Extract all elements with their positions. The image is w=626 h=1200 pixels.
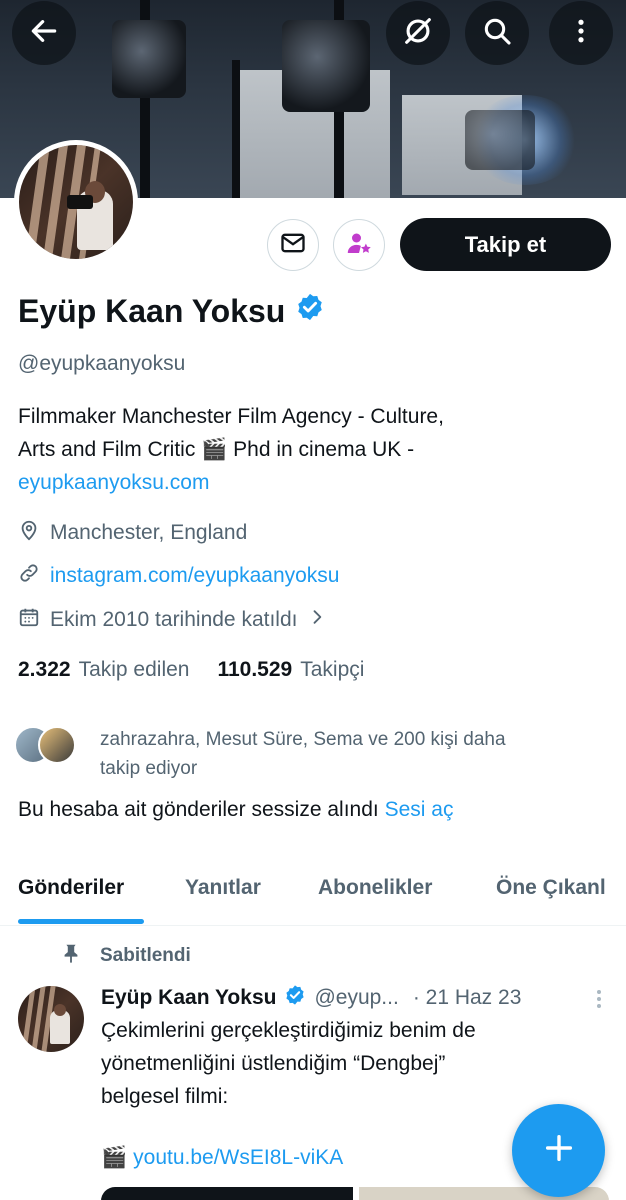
tab-subscriptions[interactable]: Abonelikler [318, 876, 432, 900]
arrow-left-icon [28, 15, 60, 52]
mutual-followers-text[interactable]: zahrazahra, Mesut Süre, Sema ve 200 kişi… [100, 725, 600, 783]
slash-circle-icon [401, 14, 435, 53]
bio-text: Phd in cinema UK - [227, 438, 415, 461]
tab-highlights[interactable]: Öne Çıkanl [496, 876, 606, 900]
profile-joined[interactable]: Ekim 2010 tarihinde katıldı [18, 606, 327, 634]
message-button[interactable] [267, 219, 319, 271]
subscribe-button[interactable] [333, 219, 385, 271]
post-author-name[interactable]: Eyüp Kaan Yoksu [101, 986, 276, 1010]
location-text: Manchester, England [50, 521, 248, 544]
compose-button[interactable] [512, 1104, 605, 1197]
following-label: Takip edilen [78, 658, 190, 681]
post-text-line: Çekimlerini gerçekleştirdiğimiz benim de [101, 1019, 476, 1042]
following-link[interactable]: 2.322 Takip edilen [18, 658, 189, 682]
follow-counts: 2.322 Takip edilen 110.529 Takipçi [18, 658, 364, 682]
post-header: Eyüp Kaan Yoksu @eyup... · 21 Haz 23 [101, 984, 521, 1012]
profile-website[interactable]: instagram.com/eyupkaanyoksu [18, 562, 339, 590]
pin-icon [60, 942, 82, 970]
post-text: Çekimlerini gerçekleştirdiğimiz benim de… [101, 1014, 581, 1113]
following-count: 2.322 [18, 658, 71, 681]
search-icon [481, 15, 513, 52]
bio-link[interactable]: eyupkaanyoksu.com [18, 466, 608, 499]
person-star-icon [344, 228, 374, 263]
search-button[interactable] [465, 1, 529, 65]
location-pin-icon [18, 519, 40, 547]
pinned-label: Sabitlendi [60, 942, 191, 970]
link-icon [18, 562, 40, 590]
verified-badge-icon[interactable] [284, 984, 306, 1012]
profile-name-text: Eyüp Kaan Yoksu [18, 292, 286, 329]
avatar [38, 726, 76, 764]
envelope-icon [279, 229, 307, 262]
bio-line-2: Arts and Film Critic 🎬 Phd in cinema UK … [18, 433, 608, 466]
post-text-line: belgesel filmi: [101, 1085, 229, 1108]
followers-link[interactable]: 110.529 Takipçi [217, 658, 364, 682]
plus-icon [542, 1131, 576, 1170]
post-link-row: 🎬 youtu.be/WsEI8L-viKA [101, 1146, 343, 1170]
profile-handle: @eyupkaanyoksu [18, 352, 186, 375]
mutual-line-1: zahrazahra, Mesut Süre, Sema ve 200 kişi… [100, 729, 506, 750]
tab-replies[interactable]: Yanıtlar [185, 876, 261, 900]
back-button[interactable] [12, 1, 76, 65]
profile-bio: Filmmaker Manchester Film Agency - Cultu… [18, 400, 608, 499]
post-more-button[interactable] [594, 988, 604, 1015]
post-text-line: yönetmenliğini üstlendiğim “Dengbej” [101, 1052, 446, 1075]
mutual-line-2: takip ediyor [100, 758, 198, 779]
verified-badge-icon[interactable] [295, 292, 325, 330]
joined-text: Ekim 2010 tarihinde katıldı [50, 608, 298, 631]
muted-text: Bu hesaba ait gönderiler sessize alındı [18, 798, 379, 821]
profile-name: Eyüp Kaan Yoksu [18, 292, 325, 330]
chevron-right-icon [307, 607, 327, 633]
active-tab-indicator [18, 919, 144, 924]
followers-count: 110.529 [217, 658, 293, 681]
post-link[interactable]: youtu.be/WsEI8L-viKA [133, 1146, 343, 1170]
website-link[interactable]: instagram.com/eyupkaanyoksu [50, 564, 339, 588]
more-vertical-icon [594, 990, 604, 1014]
clapperboard-icon: 🎬 [201, 438, 228, 461]
profile-location: Manchester, England [18, 519, 247, 547]
bio-text: Arts and Film Critic [18, 438, 202, 461]
post-date[interactable]: · 21 Haz 23 [413, 986, 522, 1010]
calendar-icon [18, 606, 40, 634]
profile-avatar[interactable] [14, 140, 138, 264]
post-author-avatar[interactable] [18, 986, 84, 1052]
clapperboard-icon: 🎬 [101, 1146, 128, 1169]
follow-button[interactable]: Takip et [400, 218, 611, 271]
tab-posts[interactable]: Gönderiler [18, 876, 124, 900]
followers-label: Takipçi [300, 658, 365, 681]
post-author-handle: @eyup... [314, 986, 399, 1009]
profile-tabs: Gönderiler Yanıtlar Abonelikler Öne Çıka… [0, 860, 626, 926]
more-button[interactable] [549, 1, 613, 65]
post-media-1[interactable] [101, 1187, 353, 1200]
more-vertical-icon [566, 16, 596, 51]
bio-line-1: Filmmaker Manchester Film Agency - Cultu… [18, 405, 444, 428]
grok-button[interactable] [386, 1, 450, 65]
pinned-text: Sabitlendi [100, 945, 191, 966]
unmute-link[interactable]: Sesi aç [385, 798, 454, 821]
muted-notice: Bu hesaba ait gönderiler sessize alındı … [18, 798, 453, 822]
mutual-followers-avatars[interactable] [14, 726, 76, 764]
